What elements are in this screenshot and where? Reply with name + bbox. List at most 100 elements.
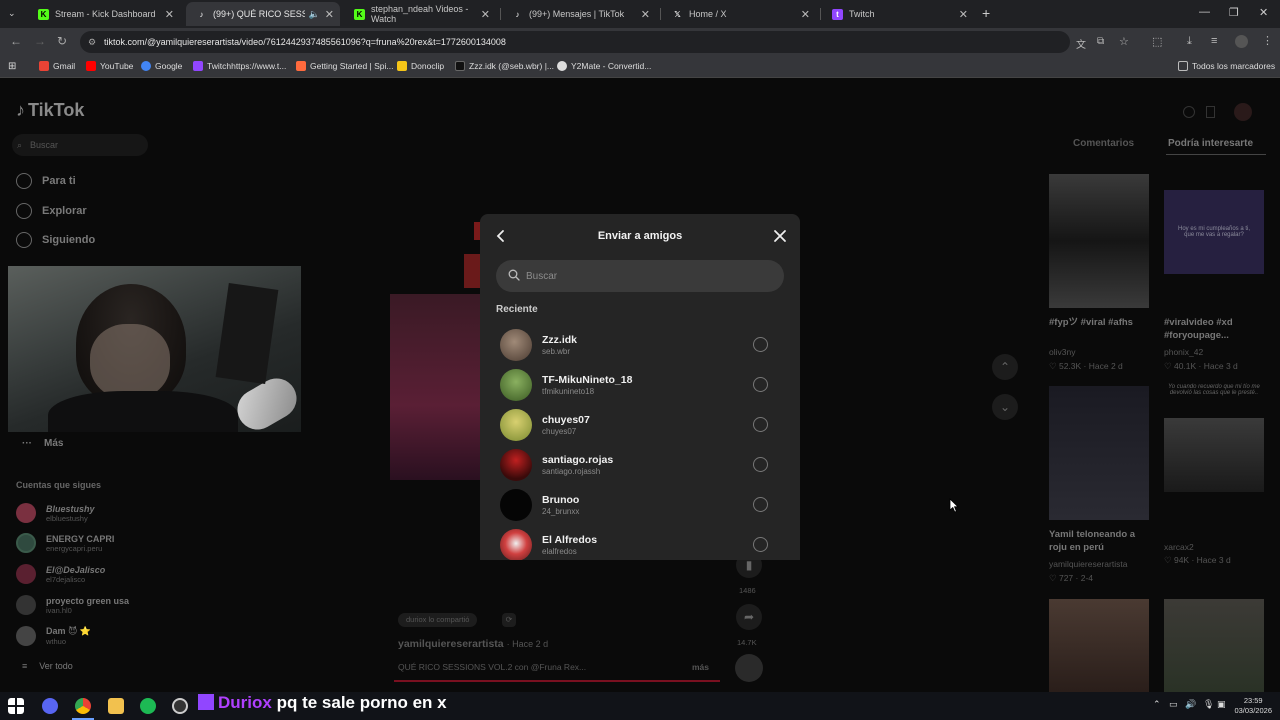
tab-kick-videos[interactable]: K stephan_ndeah Videos - Watch ✕ bbox=[344, 2, 496, 26]
shared-by-chip[interactable]: duriox lo compartió bbox=[398, 613, 478, 627]
tab-twitch[interactable]: t Twitch ✕ bbox=[822, 2, 974, 26]
discord-icon[interactable] bbox=[42, 698, 58, 714]
bookmark-spicetify[interactable]: Getting Started | Spi... bbox=[296, 61, 393, 71]
notification-icon[interactable]: ▣ bbox=[1217, 699, 1226, 710]
bookmark-gmail[interactable]: Gmail bbox=[39, 61, 75, 71]
bookmark-y2mate[interactable]: Y2Mate - Convertid... bbox=[557, 61, 651, 71]
tab-tiktok-video[interactable]: ♪ (99+) QUÉ RICO SESSIONS V 🔈 ✕ bbox=[186, 2, 340, 26]
following-account[interactable]: ENERGY CAPRI energycapri.peru bbox=[16, 533, 114, 553]
close-tab-icon[interactable]: ✕ bbox=[481, 8, 490, 21]
mic-icon[interactable]: 🎙 bbox=[1203, 699, 1214, 710]
tiktok-logo[interactable]: ♪ TikTok bbox=[16, 100, 84, 121]
tab-comentarios[interactable]: Comentarios bbox=[1073, 138, 1134, 149]
chrome-icon[interactable] bbox=[75, 698, 91, 714]
select-radio[interactable] bbox=[753, 337, 768, 352]
system-clock[interactable]: 23:59 03/03/2026 bbox=[1234, 696, 1272, 716]
nav-mas[interactable]: ··· Más bbox=[22, 438, 63, 449]
friend-list-item[interactable]: chuyes07 chuyes07 bbox=[496, 406, 786, 444]
all-bookmarks[interactable]: Todos los marcadores bbox=[1178, 61, 1275, 71]
see-all-following[interactable]: ≡ Ver todo bbox=[22, 661, 73, 671]
obs-icon[interactable] bbox=[172, 698, 188, 714]
previous-video-icon[interactable]: ⌃ bbox=[992, 354, 1018, 380]
related-video-thumb[interactable] bbox=[1049, 599, 1149, 692]
tray-chevron-icon[interactable]: ⌃ bbox=[1153, 699, 1161, 710]
friend-list-item[interactable]: santiago.rojas santiago.rojassh bbox=[496, 446, 786, 484]
related-author[interactable]: phonix_42 bbox=[1164, 347, 1203, 357]
extensions-icon[interactable]: ⬚ bbox=[1152, 35, 1162, 48]
nav-siguiendo[interactable]: Siguiendo bbox=[16, 232, 95, 248]
video-author[interactable]: yamilquiereserartista · Hace 2 d bbox=[398, 638, 548, 650]
related-caption[interactable]: #fypツ #viral #afhs bbox=[1049, 316, 1139, 329]
messages-icon[interactable] bbox=[1206, 106, 1215, 118]
following-account[interactable]: proyecto green usa ivan.hl0 bbox=[16, 595, 129, 615]
menu-icon[interactable]: ⋮ bbox=[1262, 34, 1273, 47]
select-radio[interactable] bbox=[753, 377, 768, 392]
media-icon[interactable]: ≡ bbox=[1211, 35, 1217, 47]
next-video-icon[interactable]: ⌄ bbox=[992, 394, 1018, 420]
file-explorer-icon[interactable] bbox=[108, 698, 124, 714]
windows-start-icon[interactable] bbox=[8, 698, 24, 714]
nav-para-ti[interactable]: Para ti bbox=[16, 173, 76, 189]
search-input[interactable] bbox=[526, 260, 776, 292]
related-video-thumb[interactable] bbox=[1049, 174, 1149, 308]
tab-kick-dashboard[interactable]: K Stream - Kick Dashboard ✕ bbox=[28, 2, 180, 26]
select-radio[interactable] bbox=[753, 497, 768, 512]
tab-x-home[interactable]: 𝕏 Home / X ✕ bbox=[662, 2, 816, 26]
close-tab-icon[interactable]: ✕ bbox=[641, 8, 650, 21]
minimize-icon[interactable]: — bbox=[1199, 6, 1210, 18]
related-video-thumb[interactable]: Hoy es mi cumpleaños a ti, que me vas a … bbox=[1164, 190, 1264, 274]
sidebar-search-input[interactable]: ⌕ Buscar bbox=[12, 134, 148, 156]
close-tab-icon[interactable]: ✕ bbox=[325, 8, 334, 21]
speaker-icon[interactable]: 🔊 bbox=[1185, 699, 1196, 710]
video-player-fragment[interactable] bbox=[390, 294, 480, 480]
related-caption[interactable]: #viralvideo #xd #foryoupage... bbox=[1164, 316, 1254, 342]
user-avatar[interactable] bbox=[1234, 103, 1252, 121]
related-caption[interactable]: Yamil teloneando a roju en perú bbox=[1049, 528, 1149, 554]
back-icon[interactable]: ← bbox=[10, 34, 22, 48]
repost-icon[interactable]: ⟳ bbox=[502, 613, 516, 627]
related-video-thumb[interactable] bbox=[1164, 418, 1264, 492]
bookmark-twitch[interactable]: Twitchhttps://www.t... bbox=[193, 61, 286, 71]
bookmark-tiktok-profile[interactable]: Zzz.idk (@seb.wbr) |... bbox=[455, 61, 554, 71]
forward-icon[interactable]: → bbox=[34, 34, 46, 48]
select-radio[interactable] bbox=[753, 417, 768, 432]
close-tab-icon[interactable]: ✕ bbox=[959, 8, 968, 21]
share-video-icon[interactable]: ➦ bbox=[736, 604, 762, 630]
close-tab-icon[interactable]: ✕ bbox=[165, 8, 174, 21]
bookmark-donoclip[interactable]: Donoclip bbox=[397, 61, 444, 71]
video-progress-bar[interactable] bbox=[394, 680, 720, 682]
network-icon[interactable]: ▭ bbox=[1169, 699, 1178, 710]
translate-icon[interactable]: 文 bbox=[1076, 36, 1086, 51]
reload-icon[interactable]: ↻ bbox=[57, 34, 67, 48]
select-radio[interactable] bbox=[753, 537, 768, 552]
tab-podria-interesarte[interactable]: Podría interesarte bbox=[1168, 138, 1253, 149]
bookmark-star-icon[interactable]: ☆ bbox=[1119, 35, 1129, 48]
address-bar[interactable]: ⚙ tiktok.com/@yamilquiereserartista/vide… bbox=[80, 31, 1070, 53]
following-account[interactable]: Dam 😈 ⭐ wthuo bbox=[16, 626, 91, 646]
bookmark-youtube[interactable]: YouTube bbox=[86, 61, 133, 71]
friend-list-item[interactable]: TF-MikuNineto_18 tfmikunineto18 bbox=[496, 366, 786, 404]
following-account[interactable]: El@DeJalisco el7dejalisco bbox=[16, 564, 105, 584]
select-radio[interactable] bbox=[753, 457, 768, 472]
profile-avatar[interactable] bbox=[1235, 35, 1248, 48]
friend-list-item[interactable]: El Alfredos elalfredos bbox=[496, 526, 786, 560]
download-icon[interactable]: ⤓ bbox=[1187, 35, 1192, 48]
close-window-icon[interactable]: ✕ bbox=[1259, 6, 1268, 19]
restore-icon[interactable]: ❐ bbox=[1229, 6, 1239, 19]
mute-tab-icon[interactable]: 🔈 bbox=[309, 9, 320, 20]
new-tab-icon[interactable]: + bbox=[982, 5, 990, 21]
activity-icon[interactable] bbox=[1183, 106, 1195, 118]
related-video-thumb[interactable] bbox=[1164, 599, 1264, 692]
site-info-icon[interactable]: ⚙ bbox=[88, 31, 96, 53]
install-icon[interactable]: ⧉ bbox=[1097, 36, 1104, 47]
related-author[interactable]: oliv3ny bbox=[1049, 347, 1075, 357]
apps-icon[interactable]: ⊞ bbox=[8, 61, 16, 72]
tab-tiktok-messages[interactable]: ♪ (99+) Mensajes | TikTok ✕ bbox=[502, 2, 656, 26]
close-tab-icon[interactable]: ✕ bbox=[801, 8, 810, 21]
close-icon[interactable] bbox=[772, 228, 788, 244]
related-author[interactable]: yamilquiereserartista bbox=[1049, 559, 1127, 569]
friend-list-item[interactable]: Brunoo 24_brunxx bbox=[496, 486, 786, 524]
creator-avatar[interactable] bbox=[735, 654, 763, 682]
related-author[interactable]: xarcax2 bbox=[1164, 542, 1194, 552]
more-link[interactable]: más bbox=[692, 662, 709, 672]
